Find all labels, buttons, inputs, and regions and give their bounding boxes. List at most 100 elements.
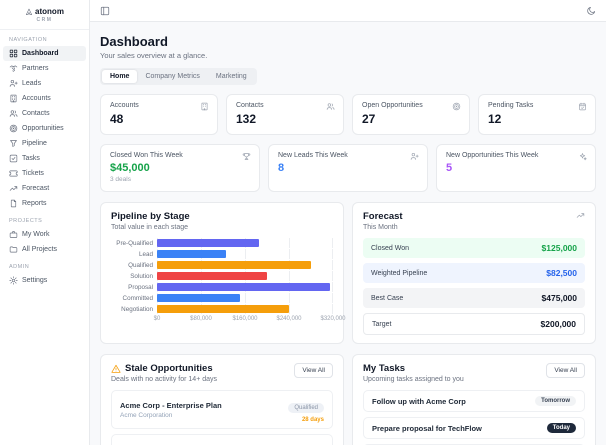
stats-row: Accounts 48 Contacts 132 Open Opportunit… [100,94,596,135]
forecast-row-best-case: Best Case $475,000 [363,288,585,308]
forecast-subtitle: This Month [363,224,398,231]
tasks-subtitle: Upcoming tasks assigned to you [363,376,464,383]
sidebar-item-settings[interactable]: Settings [3,273,86,288]
tab-bar: Home Company Metrics Marketing [100,68,257,85]
check-square-icon [9,154,18,163]
sidebar-item-all-projects[interactable]: All Projects [3,242,86,257]
stage-badge: Qualified [288,403,324,413]
stat-label: Pending Tasks [488,102,534,109]
nav-section-label: Navigation [9,37,48,43]
building-icon [10,94,17,103]
sidebar-item-opportunities[interactable]: Opportunities [3,121,86,136]
logo[interactable]: atonom CRM [0,0,89,30]
folder-icon [9,246,18,253]
week-label: Closed Won This Week [110,152,183,159]
view-all-button[interactable]: View All [546,363,585,378]
tab-company-metrics[interactable]: Company Metrics [137,70,207,83]
axis-category-label: Solution [130,272,153,280]
logo-text: atonom [35,7,64,16]
page-title: Dashboard [100,34,168,49]
axis-category-label: Qualified [128,261,153,269]
task-item[interactable]: Prepare proposal for TechFlow Today [363,417,585,439]
gear-icon [9,276,18,285]
task-item[interactable]: Follow up with Acme Corp Tomorrow [363,390,585,412]
week-row: Closed Won This Week $45,000 3 deals New… [100,144,596,192]
forecast-row-closed-won: Closed Won $125,000 [363,238,585,258]
moon-icon [587,6,596,15]
x-tick: $320,000 [320,316,346,322]
sidebar-item-partners[interactable]: Partners [3,61,86,76]
bar-chart: Pre-Qualified Lead Qualified Solution Pr… [111,238,346,325]
x-axis: $0 $80,000 $160,000 $240,000 $320,000 [154,316,346,325]
middle-row: Pipeline by Stage Total value in each st… [100,202,596,344]
stat-value: 48 [110,112,124,126]
funnel-icon [10,140,17,147]
calendar-check-icon [579,102,586,111]
warning-icon [111,364,121,373]
view-all-button[interactable]: View All [294,363,333,378]
chart-bar [157,239,259,247]
ticket-icon [9,170,18,177]
sidebar-item-pipeline[interactable]: Pipeline [3,136,86,151]
forecast-value: $125,000 [541,243,577,253]
sidebar-item-dashboard[interactable]: Dashboard [3,46,86,61]
sidebar-item-my-work[interactable]: My Work [3,227,86,242]
stale-item[interactable]: Acme Corp - Enterprise Plan Acme Corporat… [111,390,333,429]
sidebar-item-reports[interactable]: Reports [3,196,86,211]
topbar [90,0,606,22]
chart-bar [157,250,226,258]
stat-card-open-opportunities: Open Opportunities 27 [352,94,470,135]
stale-title: Stale Opportunities [125,363,213,374]
stat-label: Contacts [236,102,264,109]
briefcase-icon [9,231,18,238]
sidebar-item-tasks[interactable]: Tasks [3,151,86,166]
tab-home[interactable]: Home [102,70,138,83]
main-area: Dashboard Your sales overview at a glanc… [90,0,606,445]
bottom-row: Stale Opportunities Deals with no activi… [100,354,596,445]
users-icon [9,110,18,117]
sidebar-item-tickets[interactable]: Tickets [3,166,86,181]
stat-card-pending-tasks: Pending Tasks 12 [478,94,596,135]
logo-subtext: CRM [36,17,53,23]
file-icon [10,199,17,208]
sparkles-icon [579,153,587,161]
due-badge: Tomorrow [535,396,576,406]
dashboard-content: Dashboard Your sales overview at a glanc… [90,22,606,445]
target-icon [452,102,461,111]
forecast-row-weighted-pipeline: Weighted Pipeline $82,500 [363,263,585,283]
x-tick: $80,000 [190,316,212,322]
forecast-row-target: Target $200,000 [363,313,585,335]
week-value: $45,000 [110,162,150,174]
user-plus-icon [9,79,18,87]
stat-label: Open Opportunities [362,102,423,109]
building-icon [201,102,208,111]
sidebar-item-accounts[interactable]: Accounts [3,91,86,106]
grid-icon [9,49,18,58]
sidebar-item-forecast[interactable]: Forecast [3,181,86,196]
tab-marketing[interactable]: Marketing [208,70,255,83]
chart-bar [157,272,267,280]
stale-item[interactable]: TechFlow - Platform LicenseTechFlow Solu… [111,434,333,445]
week-value: 5 [446,162,453,174]
chart-subtitle: Total value in each stage [111,224,189,231]
app-window: atonom CRM Navigation Dashboard Partners… [0,0,606,445]
x-tick: $240,000 [276,316,302,322]
axis-category-label: Committed [122,294,153,302]
forecast-value: $82,500 [546,268,577,278]
due-badge: Today [546,423,576,433]
week-label: New Opportunities This Week [446,152,539,159]
stale-opportunities-card: Stale Opportunities Deals with no activi… [100,354,344,445]
theme-toggle-button[interactable] [586,6,596,16]
stat-card-accounts: Accounts 48 [100,94,218,135]
sidebar-item-contacts[interactable]: Contacts [3,106,86,121]
chart-title: Pipeline by Stage [111,211,190,222]
nav-section-label: Admin [9,264,30,270]
stale-subtitle: Deals with no activity for 14+ days [111,376,218,383]
nav-section-label: Projects [9,218,43,224]
stat-value: 27 [362,112,376,126]
sidebar-item-leads[interactable]: Leads [3,76,86,91]
sidebar-toggle-button[interactable] [100,6,110,16]
handshake-icon [9,65,18,72]
stat-value: 12 [488,112,502,126]
week-label: New Leads This Week [278,152,348,159]
